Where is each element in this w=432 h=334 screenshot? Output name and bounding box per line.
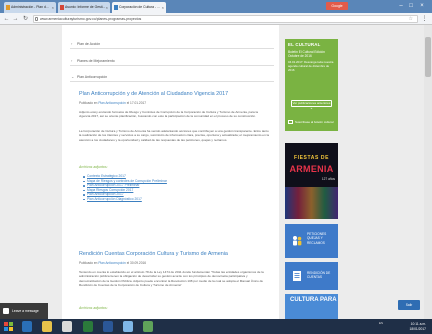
attachments-list: Contexto Estratégico 2017 Mapa de Riesgo… <box>83 174 167 202</box>
tab-close-icon[interactable]: × <box>52 2 54 13</box>
accordion-planes-mejoramiento[interactable]: › Planes de Mejoramiento <box>70 56 274 66</box>
article-title[interactable]: Rendición Cuentas Corporación Cultura y … <box>79 251 269 258</box>
menu-icon[interactable]: ⋮ <box>421 15 428 23</box>
fiestas-line3: 127 años <box>321 177 335 181</box>
attachments-heading: Archivos adjuntos: <box>79 306 108 310</box>
article-paragraph: Adjunto estoy enviando formatos de Riesg… <box>79 110 259 119</box>
language-indicator[interactable]: ES <box>379 321 391 332</box>
tab-favicon-icon <box>6 5 10 10</box>
article-paragraph: La Corporación de Cultura y Turismo de A… <box>79 129 270 142</box>
browser-tab[interactable]: Administración - Plan d... × <box>4 2 56 13</box>
minimize-icon[interactable]: – <box>396 2 406 10</box>
cultura-banner[interactable]: CULTURA PARA <box>285 294 338 319</box>
ie-icon[interactable] <box>22 321 32 332</box>
clock[interactable]: 10:11 a.m. 18/01/2017 <box>409 322 426 331</box>
tab-label: Administración - Plan d... <box>11 5 49 9</box>
tab-label: Corporación de Cultura - ... <box>119 5 160 9</box>
fiestas-decoration <box>285 187 338 219</box>
app-icon[interactable] <box>143 321 153 332</box>
rendicion-cuentas-button[interactable]: RENDICIÓN DE CUENTAS <box>285 262 338 290</box>
clock-date: 18/01/2017 <box>409 326 426 331</box>
leave-message-widget[interactable]: Leave a message <box>0 303 48 319</box>
chevron-right-icon: › <box>71 41 73 46</box>
accordion-label: Planes de Mejoramiento <box>77 59 115 63</box>
forward-icon[interactable]: → <box>12 15 19 23</box>
article-title[interactable]: Plan Anticorrupción y de Atención al Ciu… <box>79 91 269 98</box>
lock-icon <box>35 17 38 21</box>
newsletter-subtitle[interactable]: Boletín El Cultural Edición Octubre de 2… <box>288 50 335 58</box>
fiestas-line2: ARMENIA <box>289 164 334 174</box>
browser-tab-active[interactable]: Corporación de Cultura - ... × <box>112 2 166 13</box>
windows-start-icon[interactable] <box>4 322 13 331</box>
url-input[interactable]: www.armeniaculturayturismo.gov.co/planes… <box>33 15 418 23</box>
back-icon[interactable]: ← <box>3 15 10 23</box>
category-link[interactable]: Plan Anticorrupción <box>98 261 125 265</box>
newsletter-title: EL CULTURAL <box>288 42 321 47</box>
envelope-icon <box>288 120 293 125</box>
url-text: www.armeniaculturayturismo.gov.co/planes… <box>40 17 142 21</box>
chrome-icon[interactable] <box>62 321 72 332</box>
word-icon[interactable] <box>103 321 113 332</box>
tab-close-icon[interactable]: × <box>106 2 108 13</box>
page-scrollbar[interactable] <box>424 25 432 319</box>
newsletter-box: EL CULTURAL Boletín El Cultural Edición … <box>285 39 338 131</box>
browser-profile-label[interactable]: Google <box>326 2 348 10</box>
article-meta: Publicado en Plan Anticorrupción el 30.0… <box>79 261 147 265</box>
rendicion-label: RENDICIÓN DE CUENTAS <box>307 271 331 280</box>
maximize-icon[interactable]: □ <box>406 2 416 10</box>
app-icon[interactable] <box>123 321 133 332</box>
close-icon[interactable]: × <box>417 2 427 10</box>
windows-taskbar: ES 10:11 a.m. 18/01/2017 <box>0 319 432 334</box>
clock-time: 10:11 a.m. <box>410 322 426 326</box>
tab-label: Asunto: Informe de Gesti... <box>65 5 106 9</box>
tab-close-icon[interactable]: × <box>162 2 164 13</box>
category-link[interactable]: Plan Anticorrupción <box>98 101 125 105</box>
reload-icon[interactable]: ↻ <box>22 15 29 23</box>
exit-button[interactable]: Salir <box>398 300 420 310</box>
page-viewport: › Plan de Acción › Planes de Mejoramient… <box>0 25 432 319</box>
folder-icon[interactable] <box>42 321 52 332</box>
cultura-label: CULTURA PARA <box>290 297 337 303</box>
main-content: › Plan de Acción › Planes de Mejoramient… <box>62 25 279 319</box>
attachment-link[interactable]: Plan Anticorrupción Diagnóstico 2017 <box>83 197 167 202</box>
newsletter-text: 04.01.2017: Descarga toda nuestra agenda… <box>288 60 334 72</box>
people-icon <box>293 236 302 246</box>
browser-tab[interactable]: Asunto: Informe de Gesti... × <box>58 2 110 13</box>
document-icon <box>293 271 301 281</box>
star-icon[interactable]: ☆ <box>409 16 413 23</box>
accordion-label: Plan de Acción <box>77 42 101 46</box>
browser-tab-bar: Administración - Plan d... × Asunto: Inf… <box>0 0 432 13</box>
excel-icon[interactable] <box>83 321 93 332</box>
subscribe-link[interactable]: Suscríbase al boletín cultural <box>288 120 334 125</box>
accordion-plan-anticorrupcion[interactable]: ⌄ Plan Anticorrupción <box>70 72 274 82</box>
article-paragraph: Teniendo en cuenta lo establecido en el … <box>79 270 264 287</box>
address-bar: ← → ↻ www.armeniaculturayturismo.gov.co/… <box>0 13 432 25</box>
pqr-label: PETICIONES QUEJAS Y RECLAMOS <box>307 232 327 245</box>
tab-favicon-icon <box>60 5 64 10</box>
fiestas-banner[interactable]: FIESTAS DE ARMENIA 127 años <box>285 143 338 219</box>
chevron-right-icon: › <box>71 58 73 63</box>
tab-favicon-icon <box>114 5 118 10</box>
accordion-plan-accion[interactable]: › Plan de Acción <box>70 39 274 49</box>
chat-icon <box>3 308 9 314</box>
pqr-button[interactable]: PETICIONES QUEJAS Y RECLAMOS <box>285 224 338 258</box>
fiestas-line1: FIESTAS DE <box>293 155 330 161</box>
scrollbar-thumb[interactable] <box>425 37 431 77</box>
attachments-heading: Archivos adjuntos: <box>79 165 108 169</box>
previous-publications-button[interactable]: Ver publicaciones anteriores » <box>291 100 332 110</box>
chevron-down-icon: ⌄ <box>71 74 75 79</box>
article-meta: Publicado en Plan Anticorrupción el 17.0… <box>79 101 147 105</box>
accordion-label: Plan Anticorrupción <box>77 75 108 79</box>
